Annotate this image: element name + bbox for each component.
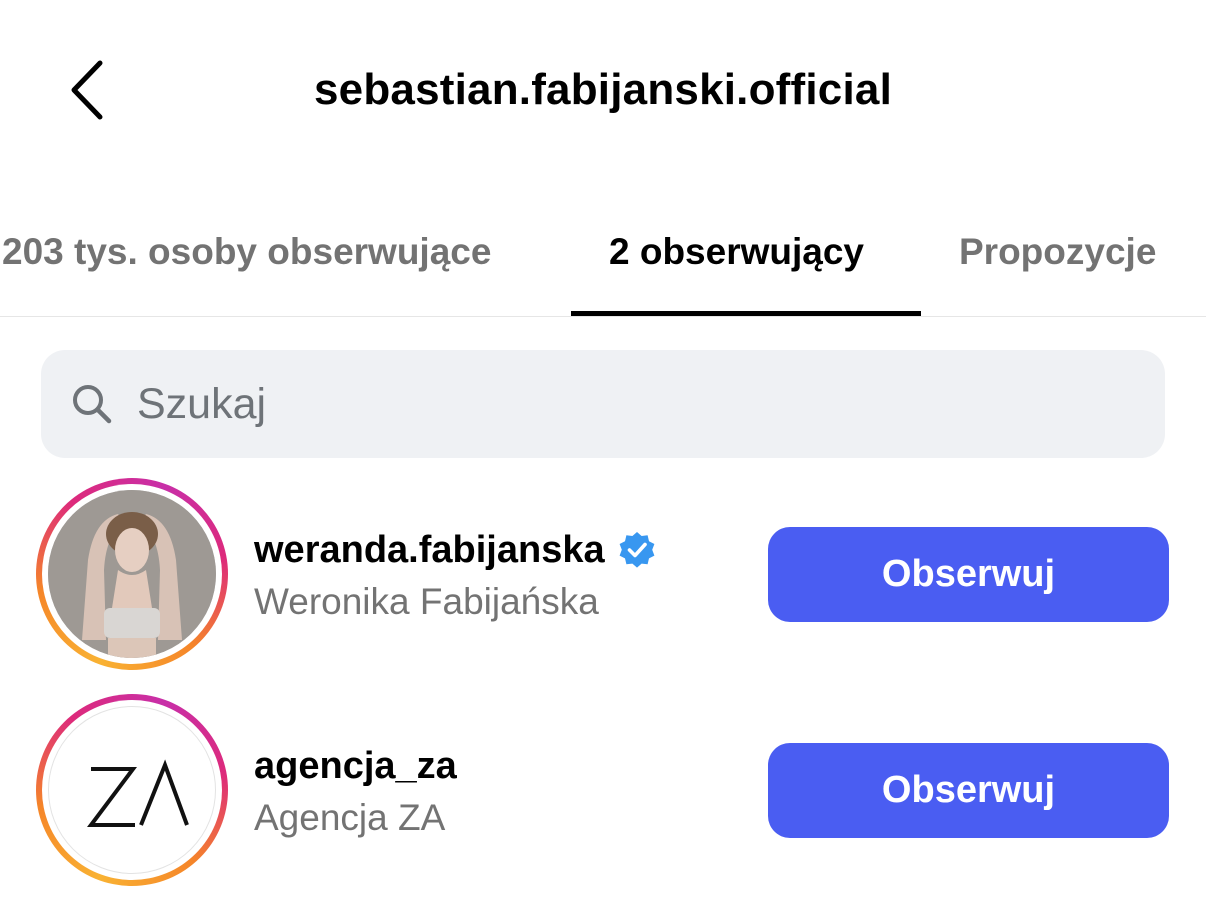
tabs-divider — [0, 316, 1206, 317]
following-list-screen: sebastian.fabijanski.official 203 tys. o… — [0, 0, 1206, 907]
list-item: agencja_za Agencja ZA Obserwuj — [0, 694, 1206, 894]
follow-button[interactable]: Obserwuj — [768, 527, 1169, 622]
tab-followers[interactable]: 203 tys. osoby obserwujące — [2, 228, 491, 276]
username-link[interactable]: agencja_za — [254, 742, 457, 790]
avatar[interactable] — [36, 478, 228, 670]
tab-suggestions[interactable]: Propozycje — [959, 228, 1156, 276]
full-name: Weronika Fabijańska — [254, 581, 599, 622]
full-name: Agencja ZA — [254, 797, 446, 838]
username-link[interactable]: weranda.fabijanska — [254, 526, 657, 574]
search-box[interactable] — [41, 350, 1165, 458]
photo-avatar — [48, 490, 216, 658]
za-logo — [87, 759, 189, 827]
username: weranda.fabijanska — [254, 529, 605, 571]
avatar[interactable] — [36, 694, 228, 886]
follow-button[interactable]: Obserwuj — [768, 743, 1169, 838]
username: agencja_za — [254, 745, 457, 787]
search-icon — [73, 385, 112, 424]
verified-badge-icon — [619, 532, 654, 568]
list-item: weranda.fabijanska Weronika Fabijańska O… — [0, 478, 1206, 678]
page-title: sebastian.fabijanski.official — [314, 65, 892, 114]
tab-following[interactable]: 2 obserwujący — [609, 228, 864, 276]
search-input[interactable] — [137, 372, 1117, 436]
za-logo-avatar — [48, 706, 216, 874]
